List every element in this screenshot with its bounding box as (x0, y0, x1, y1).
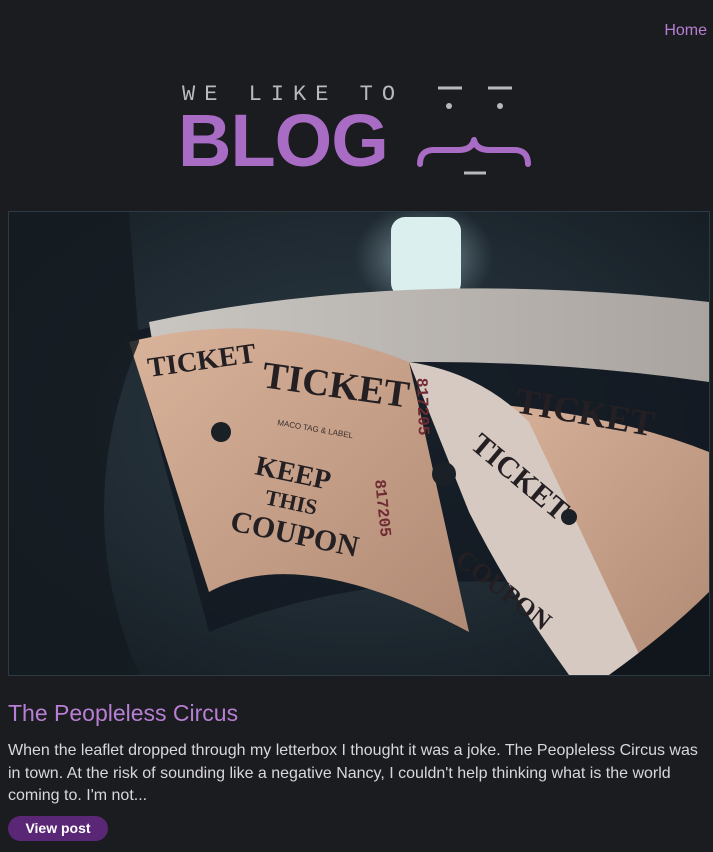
logo-wordmark: BLOG (178, 99, 389, 182)
top-nav: Home (664, 22, 707, 40)
site-logo[interactable]: WE LIKE TO BLOG (178, 78, 538, 178)
post-title[interactable]: The Peopleless Circus (8, 700, 238, 727)
page: Home WE LIKE TO BLOG TICKET KEEP THIS CO… (0, 0, 713, 852)
post-excerpt: When the leaflet dropped through my lett… (8, 742, 698, 804)
post-hero-image[interactable]: TICKET KEEP THIS COUPON TICKET TICKET CO… (8, 211, 710, 676)
logo-face-icon (417, 86, 531, 175)
nav-home-link[interactable]: Home (664, 22, 707, 39)
serial-number-1: 817205 (412, 378, 432, 436)
view-post-button[interactable]: View post (8, 816, 108, 841)
ticket-roll-photo: TICKET KEEP THIS COUPON TICKET TICKET CO… (9, 212, 709, 675)
